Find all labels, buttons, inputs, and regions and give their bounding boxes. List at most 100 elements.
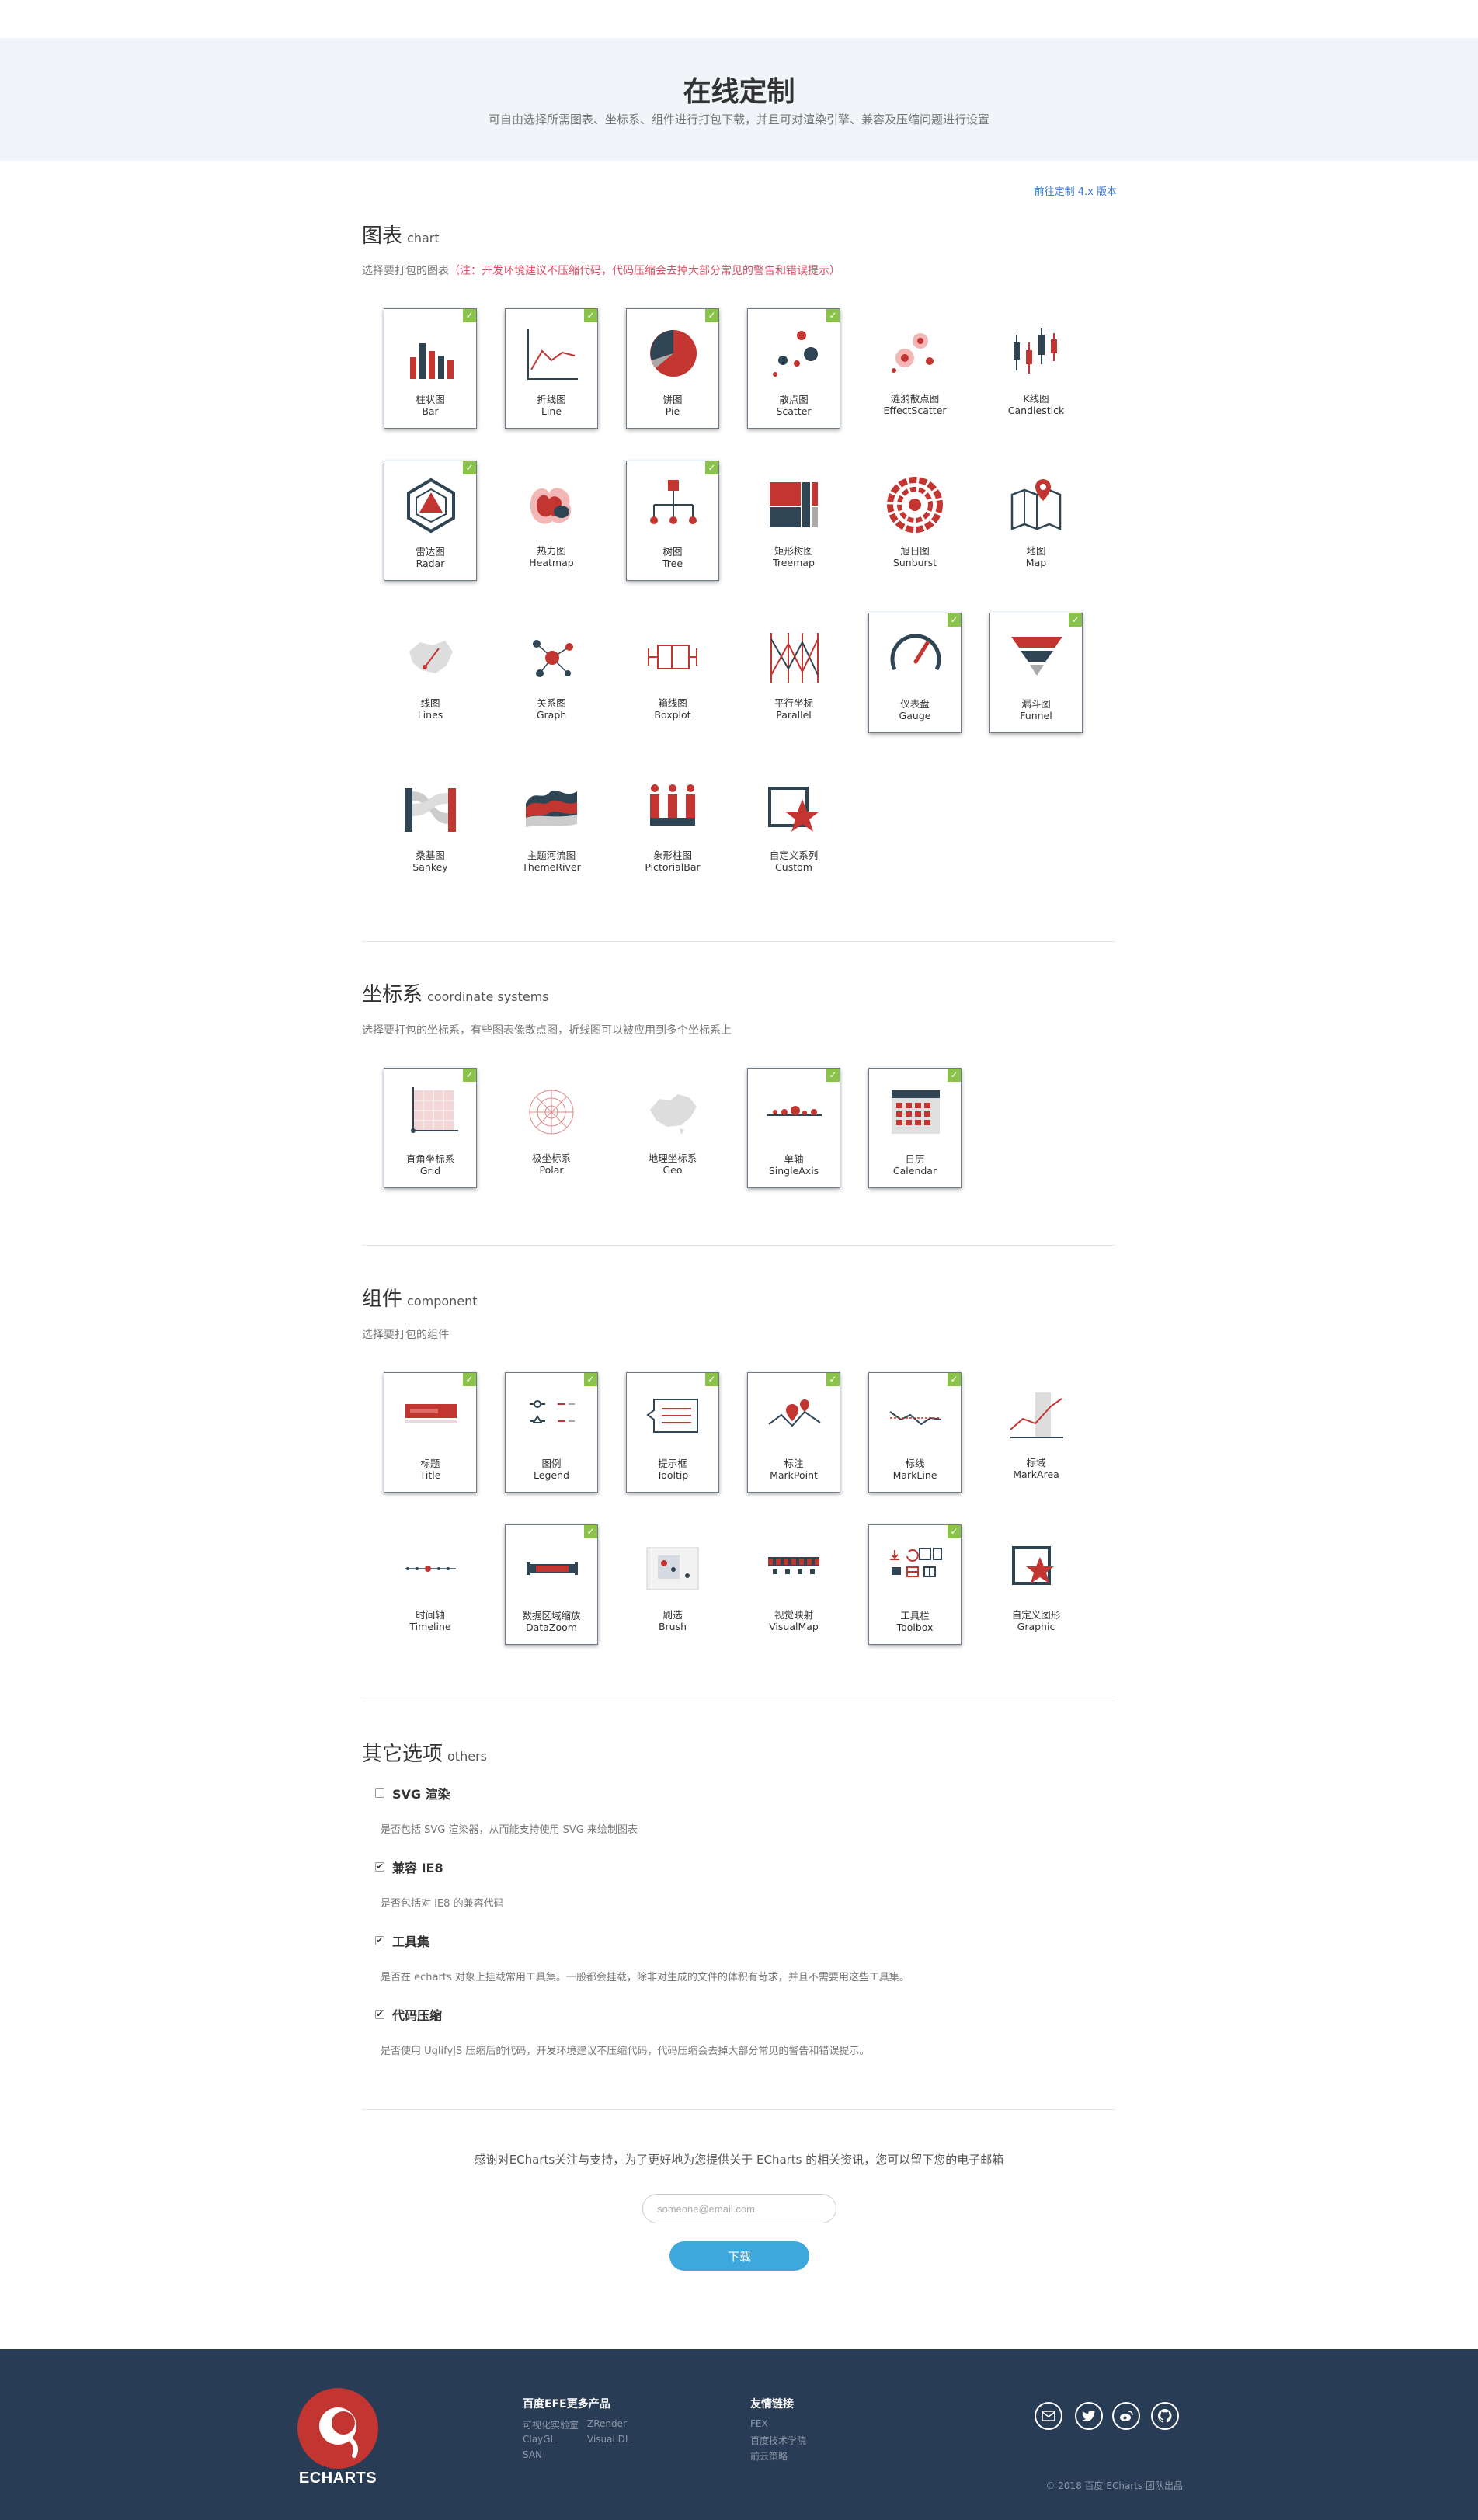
footer-link[interactable]: 百度技术学院 — [750, 2434, 806, 2447]
chart-effectscatter-option[interactable]: ✓涟漪散点图EffectScatter — [868, 308, 962, 429]
footer-link[interactable]: 可视化实验室 — [523, 2418, 579, 2431]
geo-icon — [650, 1094, 697, 1135]
option-label-zh: 涟漪散点图 — [890, 393, 940, 405]
option-label-en: Heatmap — [529, 557, 574, 568]
checkbox[interactable] — [375, 1788, 384, 1798]
chart-lines-option[interactable]: ✓线图Lines — [384, 613, 477, 733]
hero-banner: 在线定制 可自由选择所需图表、坐标系、组件进行打包下载，并且可对渲染引擎、兼容及… — [0, 38, 1478, 161]
option-label-zh: 标题 — [420, 1458, 440, 1469]
chart-map-option[interactable]: ✓地图Map — [989, 461, 1083, 581]
option-label-zh: 标域 — [1026, 1457, 1046, 1469]
footer-link[interactable]: ClayGL — [523, 2434, 555, 2445]
option-label-en: Line — [541, 405, 562, 417]
option-label-en: Candlestick — [1007, 405, 1065, 416]
twitter-icon[interactable] — [1075, 2402, 1103, 2430]
line-chart-icon — [527, 329, 578, 380]
email-input[interactable] — [642, 2194, 836, 2223]
option-label-zh: 提示框 — [658, 1458, 687, 1469]
chart-heatmap-option[interactable]: ✓热力图Heatmap — [505, 461, 598, 581]
chart-gauge-option[interactable]: ✓ 仪表盘 Gauge — [868, 613, 962, 733]
chart-parallel-option[interactable]: ✓平行坐标Parallel — [747, 613, 840, 733]
chart-bar-option[interactable]: ✓ 柱状图 Bar — [384, 308, 477, 429]
mail-icon[interactable] — [1035, 2402, 1062, 2430]
option-label-en: Title — [419, 1469, 441, 1481]
chart-scatter-option[interactable]: ✓ 散点图 Scatter — [747, 308, 840, 429]
footer-link[interactable]: Visual DL — [587, 2434, 631, 2445]
footer-link[interactable]: 前云策略 — [750, 2449, 788, 2463]
chart-boxplot-option[interactable]: ✓箱线图Boxplot — [626, 613, 719, 733]
footer-link[interactable]: SAN — [523, 2449, 542, 2460]
github-icon[interactable] — [1151, 2402, 1179, 2430]
parallel-icon — [770, 633, 819, 683]
download-button[interactable]: 下载 — [669, 2241, 809, 2271]
chart-pie-option[interactable]: ✓ 饼图 Pie — [626, 308, 719, 429]
option-checkbox-row[interactable]: SVG 渲染 — [375, 1784, 450, 1802]
chart-tree-option[interactable]: ✓ 树图 Tree — [626, 461, 719, 581]
component-graphic-option[interactable]: ✓自定义图形Graphic — [989, 1524, 1083, 1645]
component-markline-option[interactable]: ✓ 标线 MarkLine — [868, 1372, 962, 1493]
coord-geo-option[interactable]: ✓地理坐标系Geo — [626, 1068, 719, 1188]
option-label-zh: 数据区域缩放 — [522, 1610, 581, 1621]
option-label-zh: 箱线图 — [658, 697, 687, 709]
option-checkbox-row[interactable]: ✔ 代码压缩 — [375, 2005, 442, 2024]
option-label-en: VisualMap — [769, 1621, 819, 1632]
component-brush-option[interactable]: ✓刷选Brush — [626, 1524, 719, 1645]
option-label-zh: 热力图 — [537, 545, 566, 557]
option-checkbox-row[interactable]: ✔ 工具集 — [375, 1931, 429, 1950]
chart-sunburst-option[interactable]: ✓旭日图Sunburst — [868, 461, 962, 581]
effect-scatter-icon — [892, 333, 934, 373]
option-label-en: Boxplot — [654, 709, 691, 721]
chart-funnel-option[interactable]: ✓ 漏斗图 Funnel — [989, 613, 1083, 733]
chart-graph-option[interactable]: ✓关系图Graph — [505, 613, 598, 733]
option-label-zh: 旭日图 — [900, 545, 930, 557]
boxplot-icon — [648, 645, 697, 669]
option-label-en: Tooltip — [656, 1469, 689, 1481]
option-label-zh: K线图 — [1023, 393, 1049, 405]
chart-themeriver-option[interactable]: ✓主题河流图ThemeRiver — [505, 765, 598, 885]
coord-polar-option[interactable]: ✓极坐标系Polar — [505, 1068, 598, 1188]
chart-sankey-option[interactable]: ✓桑基图Sankey — [384, 765, 477, 885]
radar-chart-icon — [407, 478, 455, 534]
option-label-zh: 线图 — [420, 697, 440, 709]
others-section-title-en: others — [447, 1749, 487, 1764]
component-tooltip-option[interactable]: ✓ 提示框 Tooltip — [626, 1372, 719, 1493]
footer-link[interactable]: ZRender — [587, 2418, 627, 2429]
component-markpoint-option[interactable]: ✓ 标注 MarkPoint — [747, 1372, 840, 1493]
coord-grid-option[interactable]: ✓ 直角坐标系 Grid — [384, 1068, 477, 1188]
option-label-zh: 视觉映射 — [774, 1609, 813, 1621]
chart-custom-option[interactable]: ✓自定义系列Custom — [747, 765, 840, 885]
v4-version-link[interactable]: 前往定制 4.x 版本 — [1035, 183, 1117, 198]
pie-chart-icon — [650, 330, 697, 377]
option-label-zh: 单轴 — [784, 1153, 804, 1165]
checkbox[interactable]: ✔ — [375, 1862, 384, 1872]
weibo-icon[interactable] — [1112, 2402, 1140, 2430]
section-divider — [362, 941, 1115, 942]
component-legend-option[interactable]: ✓ 图例 Legend — [505, 1372, 598, 1493]
section-divider — [362, 1245, 1115, 1246]
checkmark-icon: ✓ — [705, 309, 718, 322]
component-timeline-option[interactable]: ✓时间轴Timeline — [384, 1524, 477, 1645]
mark-area-icon — [1010, 1392, 1063, 1438]
component-title-option[interactable]: ✓ 标题 Title — [384, 1372, 477, 1493]
checkbox[interactable]: ✔ — [375, 1936, 384, 1945]
chart-candlestick-option[interactable]: ✓K线图Candlestick — [989, 308, 1083, 429]
chart-pictorialbar-option[interactable]: ✓象形柱图PictorialBar — [626, 765, 719, 885]
chart-radar-option[interactable]: ✓ 雷达图 Radar — [384, 461, 477, 581]
option-checkbox-row[interactable]: ✔ 兼容 IE8 — [375, 1858, 443, 1876]
checkbox[interactable]: ✔ — [375, 2010, 384, 2019]
coord-singleaxis-option[interactable]: ✓ 单轴 SingleAxis — [747, 1068, 840, 1188]
footer-link[interactable]: FEX — [750, 2418, 768, 2429]
option-label-en: Grid — [419, 1165, 441, 1177]
component-markarea-option[interactable]: ✓标域MarkArea — [989, 1372, 1083, 1493]
funnel-icon — [1011, 637, 1062, 676]
scatter-chart-icon — [773, 331, 818, 377]
component-visualmap-option[interactable]: ✓视觉映射VisualMap — [747, 1524, 840, 1645]
chart-treemap-option[interactable]: ✓矩形树图Treemap — [747, 461, 840, 581]
coord-calendar-option[interactable]: ✓ 日历 Calendar — [868, 1068, 962, 1188]
theme-river-icon — [526, 790, 577, 827]
sankey-icon — [405, 788, 456, 832]
chart-desc-text: 选择要打包的图表 — [362, 265, 449, 277]
chart-line-option[interactable]: ✓ 折线图 Line — [505, 308, 598, 429]
component-datazoom-option[interactable]: ✓ 数据区域缩放 DataZoom — [505, 1524, 598, 1645]
component-toolbox-option[interactable]: ✓ 工具栏 Toolbox — [868, 1524, 962, 1645]
